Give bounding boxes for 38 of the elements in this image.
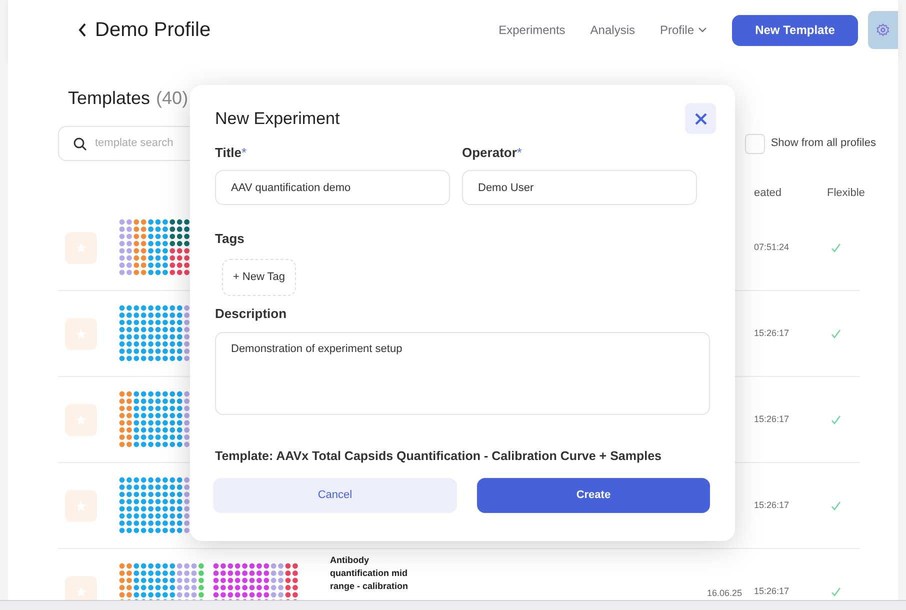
nav-link[interactable]: Analysis (590, 21, 635, 39)
field-label: Title (215, 144, 242, 162)
column-header: Flexible (827, 186, 866, 200)
template-name: Antibody quantification mid range - calibration (330, 554, 410, 593)
close-button[interactable] (685, 103, 716, 134)
required-marker: * (242, 144, 247, 162)
chevron-left-icon (78, 23, 87, 37)
close-icon (694, 112, 706, 124)
nav-link[interactable]: Experiments (498, 21, 566, 39)
create-button[interactable]: Create (476, 478, 710, 513)
back-button[interactable]: Demo Profile (78, 15, 211, 45)
date-cell: 16.06.25 (707, 588, 742, 598)
time-cell-text: 15:26:17 (754, 412, 790, 426)
settings-button[interactable] (868, 11, 898, 49)
text-field[interactable]: Demo User (462, 170, 697, 205)
new-tag-button[interactable]: + New Tag (222, 258, 296, 296)
template-count: (40) (156, 87, 188, 110)
time-cell-text: 15:26:17 (754, 584, 790, 598)
checkbox[interactable] (744, 134, 765, 154)
column-header: eated (754, 186, 783, 200)
search-icon (73, 136, 87, 150)
new-template-button[interactable]: New Template (732, 14, 858, 46)
time-cell-text: 15:26:17 (754, 326, 790, 340)
required-marker: * (516, 144, 522, 162)
field-label: Description (215, 304, 288, 323)
time-cell-text: 07:51:24 (754, 240, 790, 254)
section-title: Templates (68, 87, 150, 110)
settings-icon (876, 23, 890, 37)
description-field[interactable]: Demonstration of experiment setup (215, 332, 710, 415)
text-field[interactable]: AAV quantification demo (215, 170, 450, 205)
cancel-button[interactable]: Cancel (213, 478, 457, 513)
nav-link[interactable]: Profile (660, 21, 707, 39)
template-info: Template: AAVx Total Capsids Quantification - Calibration Curve + Samples (215, 448, 662, 465)
checkbox-label: Show from all profiles (770, 136, 876, 152)
field-label: Operator (462, 144, 517, 162)
star-tile[interactable] (65, 576, 97, 600)
time-cell-text: 15:26:17 (754, 498, 790, 512)
field-label: Tags (215, 230, 246, 248)
